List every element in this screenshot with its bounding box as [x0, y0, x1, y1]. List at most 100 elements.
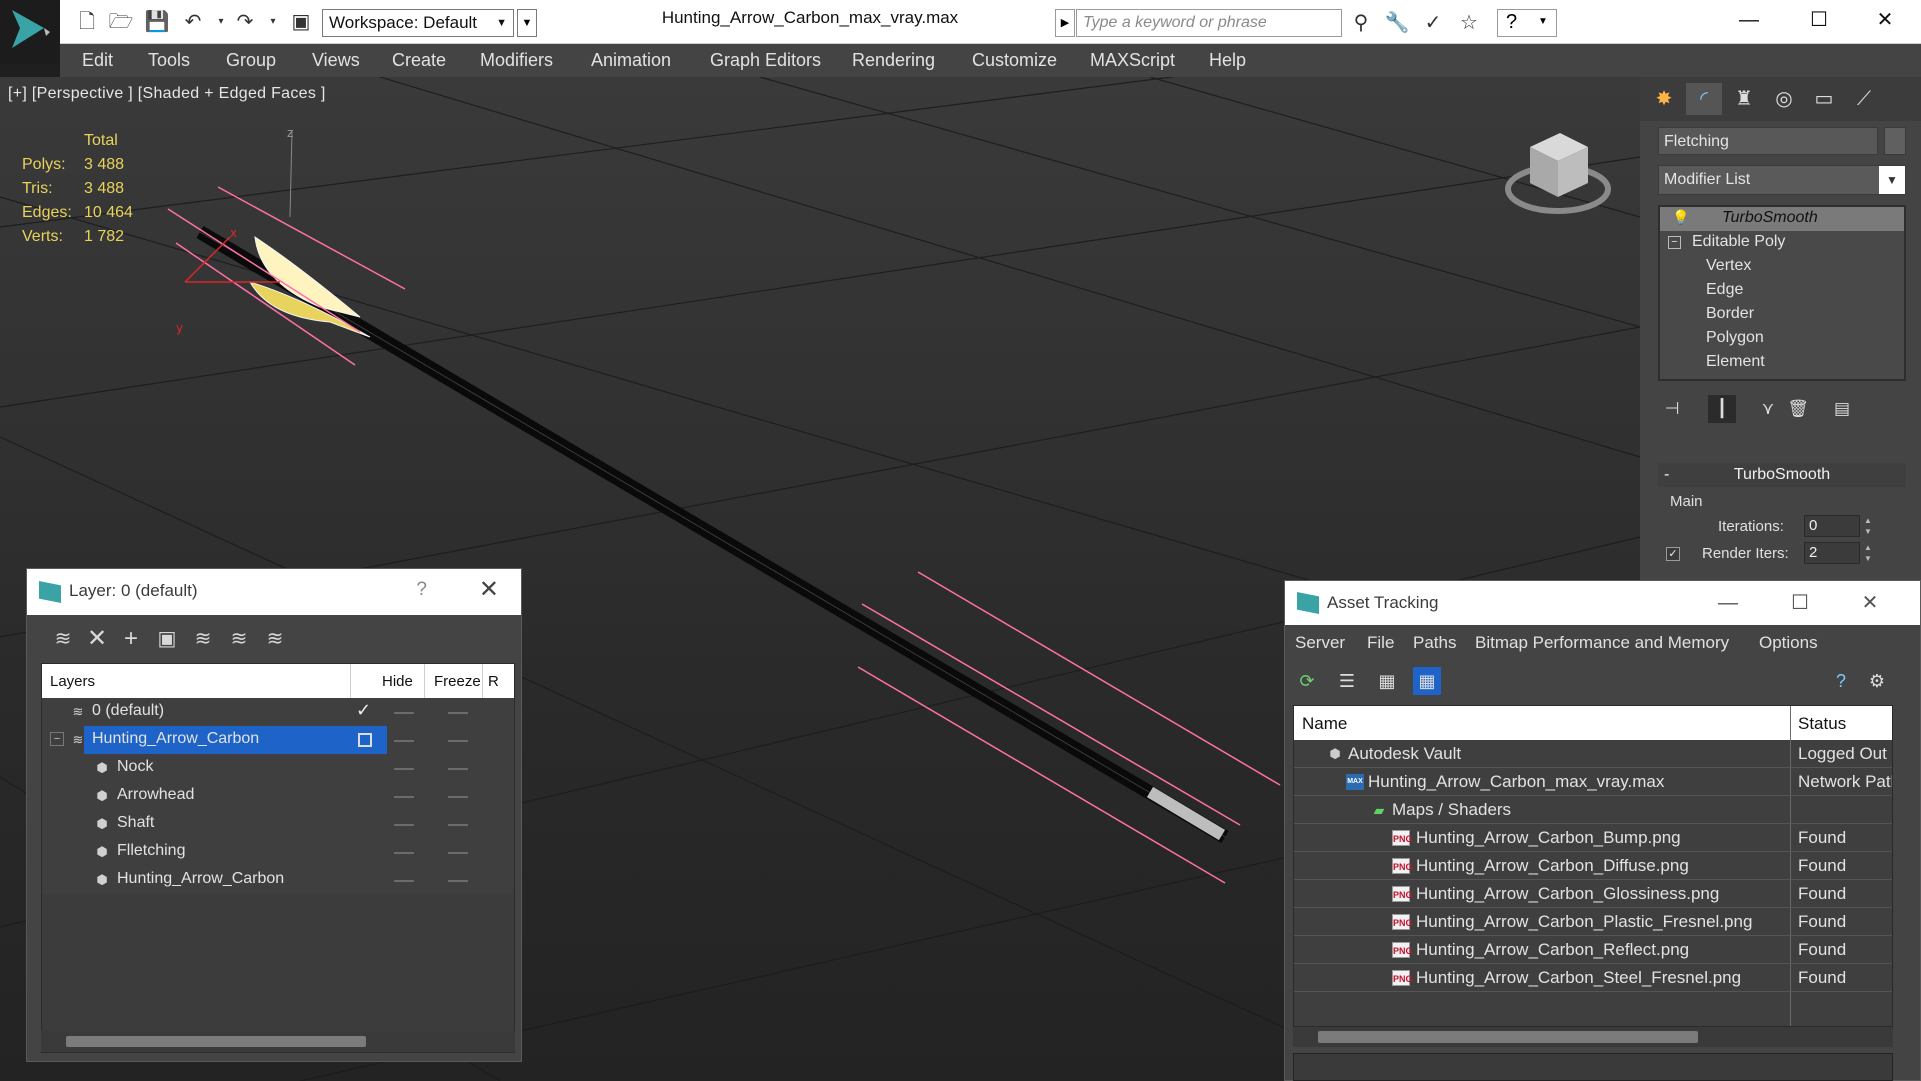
search-expand-icon[interactable]: ▶ [1055, 9, 1075, 37]
stack-subobject-element[interactable]: Element [1660, 351, 1904, 375]
redo-icon[interactable]: ↷ [232, 9, 258, 35]
workspace-select[interactable]: Workspace: Default ▼ [322, 9, 514, 37]
asset-path-field[interactable] [1293, 1053, 1893, 1081]
minimize-icon[interactable]: — [1714, 0, 1784, 44]
tab-display-icon[interactable]: ▭ [1806, 83, 1842, 115]
maximize-icon[interactable]: ☐ [1784, 0, 1854, 44]
close-icon[interactable]: ✕ [479, 575, 499, 604]
binoculars-icon[interactable]: ⚲ [1346, 9, 1376, 37]
workspace-menu-icon[interactable]: ▼ [517, 9, 537, 37]
freeze-toggle[interactable] [448, 740, 468, 742]
render-iters-checkbox[interactable]: ✓ [1666, 547, 1680, 561]
tab-create-icon[interactable]: ✸ [1646, 83, 1682, 115]
render-iters-spinner[interactable]: 2 [1804, 542, 1860, 564]
stack-subobject-vertex[interactable]: Vertex [1660, 255, 1904, 279]
viewport-label[interactable]: [+] [Perspective ] [Shaded + Edged Faces… [8, 85, 326, 103]
col-hide[interactable]: Hide [382, 673, 413, 690]
hide-all-layers-icon[interactable]: ≋ [225, 625, 253, 653]
freeze-toggle[interactable] [448, 852, 468, 854]
hide-toggle[interactable] [394, 852, 414, 854]
thumbnail-view-icon[interactable]: ▦ [1373, 667, 1401, 695]
tab-motion-icon[interactable]: ◎ [1766, 83, 1802, 115]
scrollbar-thumb[interactable] [1318, 1031, 1698, 1043]
iterations-spinner[interactable]: 0 [1804, 515, 1860, 537]
asset-row-steel-fresnel[interactable]: PNG Hunting_Arrow_Carbon_Steel_Fresnel.p… [1294, 964, 1892, 992]
freeze-toggle[interactable] [448, 712, 468, 714]
col-layers[interactable]: Layers [50, 673, 95, 690]
minimize-icon[interactable]: — [1703, 585, 1753, 621]
asset-row-maps-folder[interactable]: ▰ Maps / Shaders [1294, 796, 1892, 824]
pin-stack-icon[interactable]: ⊣ [1658, 395, 1686, 423]
collapse-toggle-icon[interactable]: − [50, 732, 64, 746]
hide-toggle[interactable] [394, 824, 414, 826]
asset-row-reflect[interactable]: PNG Hunting_Arrow_Carbon_Reflect.png Fou… [1294, 936, 1892, 964]
project-folder-icon[interactable]: ▣ [288, 9, 314, 35]
modifier-list-dropdown[interactable]: Modifier List ▼ [1658, 165, 1906, 195]
object-row-hunting-arrow-carbon[interactable]: ⬢ Hunting_Arrow_Carbon [42, 866, 514, 894]
asset-row-bump[interactable]: PNG Hunting_Arrow_Carbon_Bump.png Found [1294, 824, 1892, 852]
menu-create[interactable]: Create [392, 50, 446, 71]
make-unique-icon[interactable]: ⋎ [1754, 395, 1782, 423]
asset-menu-file[interactable]: File [1367, 633, 1394, 653]
asset-row-glossiness[interactable]: PNG Hunting_Arrow_Carbon_Glossiness.png … [1294, 880, 1892, 908]
table-view-icon[interactable]: ▦ [1413, 667, 1441, 695]
layer-row-default[interactable]: ≋ 0 (default) ✓ [42, 698, 514, 726]
asset-row-plastic-fresnel[interactable]: PNG Hunting_Arrow_Carbon_Plastic_Fresnel… [1294, 908, 1892, 936]
stack-subobject-border[interactable]: Border [1660, 303, 1904, 327]
freeze-toggle[interactable] [448, 824, 468, 826]
viewcube-icon[interactable] [1500, 119, 1620, 229]
menu-animation[interactable]: Animation [591, 50, 671, 71]
hide-toggle[interactable] [394, 768, 414, 770]
search-input[interactable] [1076, 9, 1342, 37]
asset-row-diffuse[interactable]: PNG Hunting_Arrow_Carbon_Diffuse.png Fou… [1294, 852, 1892, 880]
delete-layer-icon[interactable]: ✕ [83, 625, 111, 653]
freeze-toggle[interactable] [448, 880, 468, 882]
collapse-toggle-icon[interactable]: − [1668, 236, 1681, 249]
asset-menu-server[interactable]: Server [1295, 633, 1345, 653]
menu-graph-editors[interactable]: Graph Editors [710, 50, 821, 71]
menu-customize[interactable]: Customize [972, 50, 1057, 71]
stack-subobject-edge[interactable]: Edge [1660, 279, 1904, 303]
create-layer-icon[interactable]: ≋ [49, 625, 77, 653]
menu-edit[interactable]: Edit [82, 50, 113, 71]
hide-toggle[interactable] [394, 796, 414, 798]
add-to-layer-icon[interactable]: + [117, 625, 145, 653]
close-icon[interactable]: ✕ [1845, 585, 1895, 621]
undo-icon[interactable]: ↶ [180, 9, 206, 35]
tools-icon[interactable]: 🔧 [1382, 9, 1412, 37]
show-end-result-icon[interactable]: ┃ [1708, 395, 1736, 423]
vault-settings-icon[interactable]: ⚙ [1863, 667, 1891, 695]
favorites-star-icon[interactable]: ☆ [1454, 9, 1484, 37]
asset-row-vault[interactable]: ⬢ Autodesk Vault Logged Out [1294, 740, 1892, 768]
object-row-arrowhead[interactable]: ⬢ Arrowhead [42, 782, 514, 810]
menu-modifiers[interactable]: Modifiers [480, 50, 553, 71]
close-icon[interactable]: ✕ [1850, 0, 1920, 44]
tab-utilities-icon[interactable]: ⟋ [1846, 83, 1882, 115]
stack-item-turbosmooth[interactable]: 💡 TurboSmooth [1660, 207, 1904, 231]
stack-subobject-polygon[interactable]: Polygon [1660, 327, 1904, 351]
object-row-fletching[interactable]: ⬢ Flletching [42, 838, 514, 866]
object-name-field[interactable]: Fletching [1658, 127, 1878, 155]
menu-maxscript[interactable]: MAXScript [1090, 50, 1175, 71]
menu-tools[interactable]: Tools [148, 50, 190, 71]
object-row-nock[interactable]: ⬢ Nock [42, 754, 514, 782]
communication-icon[interactable]: ✓ [1418, 9, 1448, 37]
vault-help-icon[interactable]: ? [1827, 667, 1855, 695]
col-freeze[interactable]: Freeze [434, 673, 481, 690]
help-group[interactable]: ? ▼ [1497, 9, 1557, 37]
col-name[interactable]: Name [1302, 714, 1347, 734]
freeze-all-layers-icon[interactable]: ≋ [261, 625, 289, 653]
menu-help[interactable]: Help [1209, 50, 1246, 71]
maximize-icon[interactable]: ☐ [1775, 585, 1825, 621]
col-status[interactable]: Status [1798, 714, 1846, 734]
open-file-icon[interactable]: 🗁 [108, 9, 134, 35]
spinner-arrows-icon[interactable]: ▲ ▼ [1862, 542, 1874, 564]
app-logo-icon[interactable] [0, 0, 60, 64]
col-render[interactable]: R [488, 673, 499, 690]
horizontal-scrollbar[interactable] [41, 1031, 515, 1051]
object-color-swatch[interactable] [1884, 127, 1906, 155]
layer-dialog-titlebar[interactable]: Layer: 0 (default) ? ✕ [27, 569, 521, 615]
highlight-selected-icon[interactable]: ≋ [189, 625, 217, 653]
tab-hierarchy-icon[interactable]: ♜ [1726, 83, 1762, 115]
scrollbar-thumb[interactable] [66, 1036, 366, 1047]
